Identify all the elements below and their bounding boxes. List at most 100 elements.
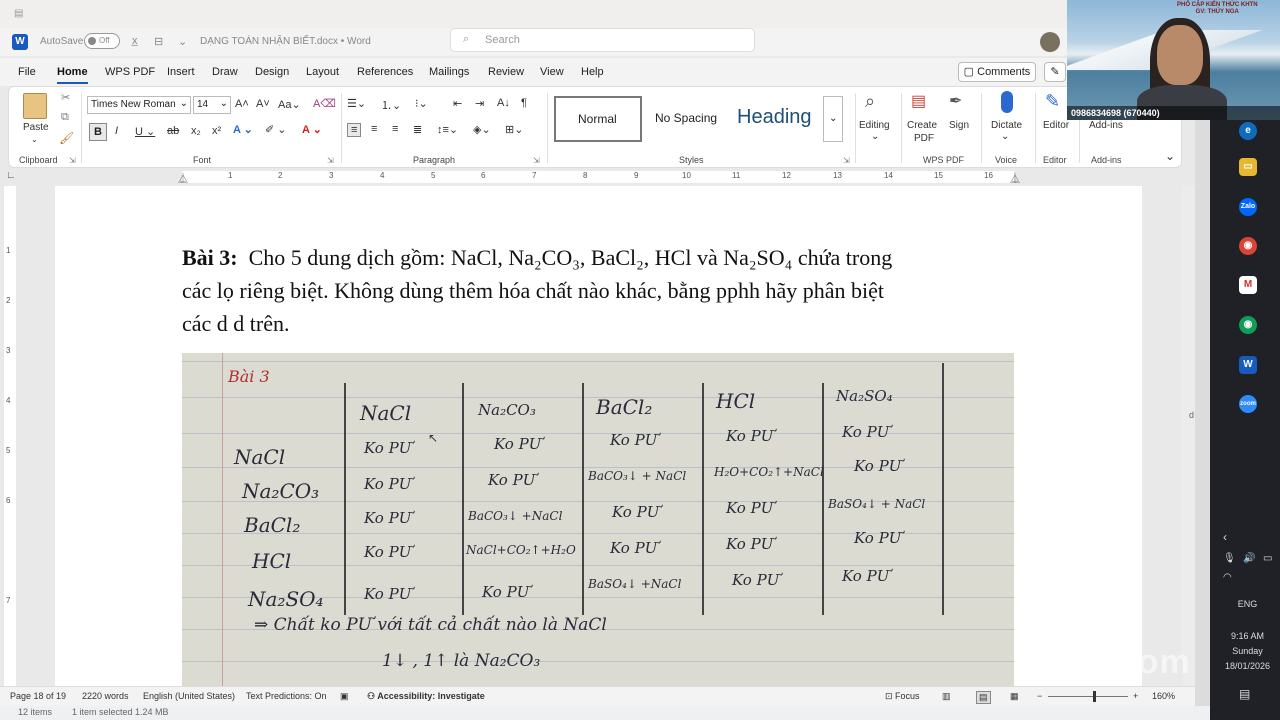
tab-file[interactable]: File bbox=[18, 66, 36, 78]
battery-icon[interactable]: ▭ bbox=[1263, 553, 1272, 564]
tab-insert[interactable]: Insert bbox=[167, 66, 195, 78]
create-pdf-label-2[interactable]: PDF bbox=[914, 133, 934, 144]
chevron-left-icon[interactable]: ‹ bbox=[1223, 530, 1227, 544]
focus-button[interactable]: ⊡ Focus bbox=[885, 691, 920, 702]
editing-mode-button[interactable]: ✎ bbox=[1044, 62, 1066, 82]
wifi-icon[interactable]: ◠ bbox=[1223, 572, 1232, 583]
chevron-down-icon[interactable]: ⌄ bbox=[1001, 131, 1009, 142]
bold-button[interactable]: B bbox=[89, 123, 107, 141]
text-predictions-status[interactable]: Text Predictions: On bbox=[246, 691, 327, 701]
notification-icon[interactable]: ▤ bbox=[1239, 687, 1250, 701]
tab-help[interactable]: Help bbox=[581, 66, 604, 78]
tab-home[interactable]: Home bbox=[57, 66, 88, 84]
format-painter-icon[interactable]: 🖌 bbox=[59, 131, 74, 145]
gmail-icon[interactable]: M bbox=[1239, 276, 1257, 294]
search-input[interactable]: ⌕ Search bbox=[450, 28, 755, 52]
zoom-slider-track[interactable] bbox=[1048, 696, 1128, 697]
zoom-out-icon[interactable]: − bbox=[1037, 691, 1042, 701]
dictate-microphone-icon[interactable] bbox=[1001, 91, 1013, 113]
customize-qat-icon[interactable]: ⌄ bbox=[178, 35, 187, 48]
avatar[interactable] bbox=[1040, 32, 1060, 52]
paste-icon[interactable] bbox=[23, 93, 47, 119]
indent-marker-icon[interactable]: ⏅ bbox=[178, 170, 188, 185]
save-icon[interactable]: x̲ bbox=[132, 35, 138, 47]
align-center-icon[interactable]: ≡ bbox=[371, 123, 377, 135]
justify-icon[interactable]: ≣ bbox=[413, 123, 422, 136]
dictate-label[interactable]: Dictate bbox=[991, 120, 1022, 131]
font-size-select[interactable]: 14 ⌄ bbox=[193, 96, 231, 114]
align-right-icon[interactable]: ≡ bbox=[392, 123, 398, 135]
tab-references[interactable]: References bbox=[357, 66, 413, 78]
create-pdf-icon[interactable]: ▤ bbox=[911, 91, 926, 111]
autosave-toggle[interactable]: Off bbox=[84, 33, 120, 49]
editor-label[interactable]: Editor bbox=[1043, 120, 1069, 131]
zoom-in-icon[interactable]: + bbox=[1133, 691, 1138, 701]
language-status[interactable]: English (United States) bbox=[143, 691, 235, 701]
file-explorer-icon[interactable]: ▭ bbox=[1239, 158, 1257, 176]
zoom-icon[interactable]: zoom bbox=[1239, 395, 1257, 413]
editing-search-icon[interactable]: ⌕ bbox=[865, 91, 875, 112]
tab-mailings[interactable]: Mailings bbox=[429, 66, 469, 78]
chevron-down-icon[interactable]: ⌄ bbox=[871, 131, 879, 142]
problem-text[interactable]: Bài 3: Cho 5 dung dịch gồm: NaCl, Na₂CO₃… bbox=[182, 241, 1002, 340]
highlight-icon[interactable]: ✐ ⌄ bbox=[265, 123, 287, 136]
page-count[interactable]: Page 18 of 19 bbox=[10, 691, 66, 701]
editor-icon[interactable]: ✎ bbox=[1045, 91, 1060, 112]
read-mode-icon[interactable]: ▥ bbox=[942, 691, 951, 702]
sort-icon[interactable]: A↓ bbox=[497, 97, 510, 109]
tab-draw[interactable]: Draw bbox=[212, 66, 238, 78]
increase-indent-icon[interactable]: ⇥ bbox=[475, 97, 484, 110]
chrome-icon[interactable]: ◉ bbox=[1239, 237, 1257, 255]
language-indicator[interactable]: ENG bbox=[1215, 599, 1280, 609]
handwritten-table-photo[interactable]: Bài 3 NaCl Na₂CO₃ BaCl₂ HCl Na₂SO₄ NaCl … bbox=[182, 353, 1014, 686]
create-pdf-label-1[interactable]: Create bbox=[907, 120, 937, 131]
sign-icon[interactable]: ✒ bbox=[949, 91, 962, 111]
tab-view[interactable]: View bbox=[540, 66, 564, 78]
word-count[interactable]: 2220 words bbox=[82, 691, 129, 701]
align-left-icon[interactable]: ≡ bbox=[347, 123, 362, 137]
editing-label[interactable]: Editing bbox=[859, 120, 890, 131]
styles-launcher-icon[interactable]: ⇲ bbox=[843, 156, 850, 165]
zalo-icon[interactable]: Zalo bbox=[1239, 198, 1257, 216]
comments-button[interactable]: ▢ Comments bbox=[958, 62, 1036, 82]
tab-wps-pdf[interactable]: WPS PDF bbox=[105, 66, 155, 78]
line-spacing-icon[interactable]: ↕≡⌄ bbox=[437, 123, 458, 136]
tab-layout[interactable]: Layout bbox=[306, 66, 339, 78]
clipboard-launcher-icon[interactable]: ⇲ bbox=[69, 156, 76, 165]
cut-icon[interactable]: ✂ bbox=[61, 91, 70, 104]
grow-font-icon[interactable]: A˄ bbox=[235, 98, 249, 110]
zoom-level[interactable]: 160% bbox=[1152, 691, 1175, 701]
microphone-icon[interactable]: 🎙 bbox=[1223, 553, 1236, 564]
underline-button[interactable]: U ⌄ bbox=[135, 125, 155, 138]
bullets-icon[interactable]: ☰⌄ bbox=[347, 97, 366, 110]
clear-formatting-icon[interactable]: A⌫ bbox=[313, 97, 336, 110]
zoom-slider-thumb[interactable] bbox=[1093, 691, 1096, 702]
multilevel-list-icon[interactable]: ⁝⌄ bbox=[415, 97, 428, 110]
change-case-icon[interactable]: Aa⌄ bbox=[278, 98, 301, 111]
style-heading[interactable]: Heading bbox=[737, 96, 823, 142]
show-formatting-icon[interactable]: ¶ bbox=[521, 97, 527, 109]
paragraph-launcher-icon[interactable]: ⇲ bbox=[533, 156, 540, 165]
word-icon[interactable]: W bbox=[1239, 356, 1257, 374]
italic-button[interactable]: I bbox=[115, 125, 118, 137]
tab-design[interactable]: Design bbox=[255, 66, 289, 78]
font-color-icon[interactable]: A ⌄ bbox=[302, 123, 322, 136]
styles-gallery-more-button[interactable]: ⌄ bbox=[823, 96, 843, 142]
speaker-icon[interactable]: 🔊 bbox=[1243, 553, 1255, 564]
vertical-scrollbar[interactable] bbox=[1182, 186, 1195, 686]
copy-icon[interactable]: ⧉ bbox=[61, 111, 69, 124]
superscript-button[interactable]: x² bbox=[212, 125, 221, 137]
numbering-icon[interactable]: ⒈⌄ bbox=[381, 97, 401, 113]
accessibility-status[interactable]: ⚇ Accessibility: Investigate bbox=[367, 691, 485, 702]
font-name-select[interactable]: Times New Roman ⌄ bbox=[87, 96, 191, 114]
proofing-icon[interactable]: ▣ bbox=[340, 691, 349, 702]
strikethrough-button[interactable]: ab bbox=[167, 125, 179, 137]
chrome-profile-icon[interactable]: ◉ bbox=[1239, 316, 1257, 334]
decrease-indent-icon[interactable]: ⇤ bbox=[453, 97, 462, 110]
shading-icon[interactable]: ◈⌄ bbox=[473, 123, 491, 136]
horizontal-ruler[interactable]: 1 2 3 4 5 6 7 8 9 10 11 12 13 14 15 16 bbox=[182, 171, 1014, 183]
edge-icon[interactable]: e bbox=[1239, 122, 1257, 140]
document-page[interactable]: Bài 3: Cho 5 dung dịch gồm: NaCl, Na₂CO₃… bbox=[55, 186, 1142, 686]
paste-chevron-icon[interactable]: ⌄ bbox=[31, 135, 38, 144]
text-effects-icon[interactable]: A ⌄ bbox=[233, 123, 253, 136]
